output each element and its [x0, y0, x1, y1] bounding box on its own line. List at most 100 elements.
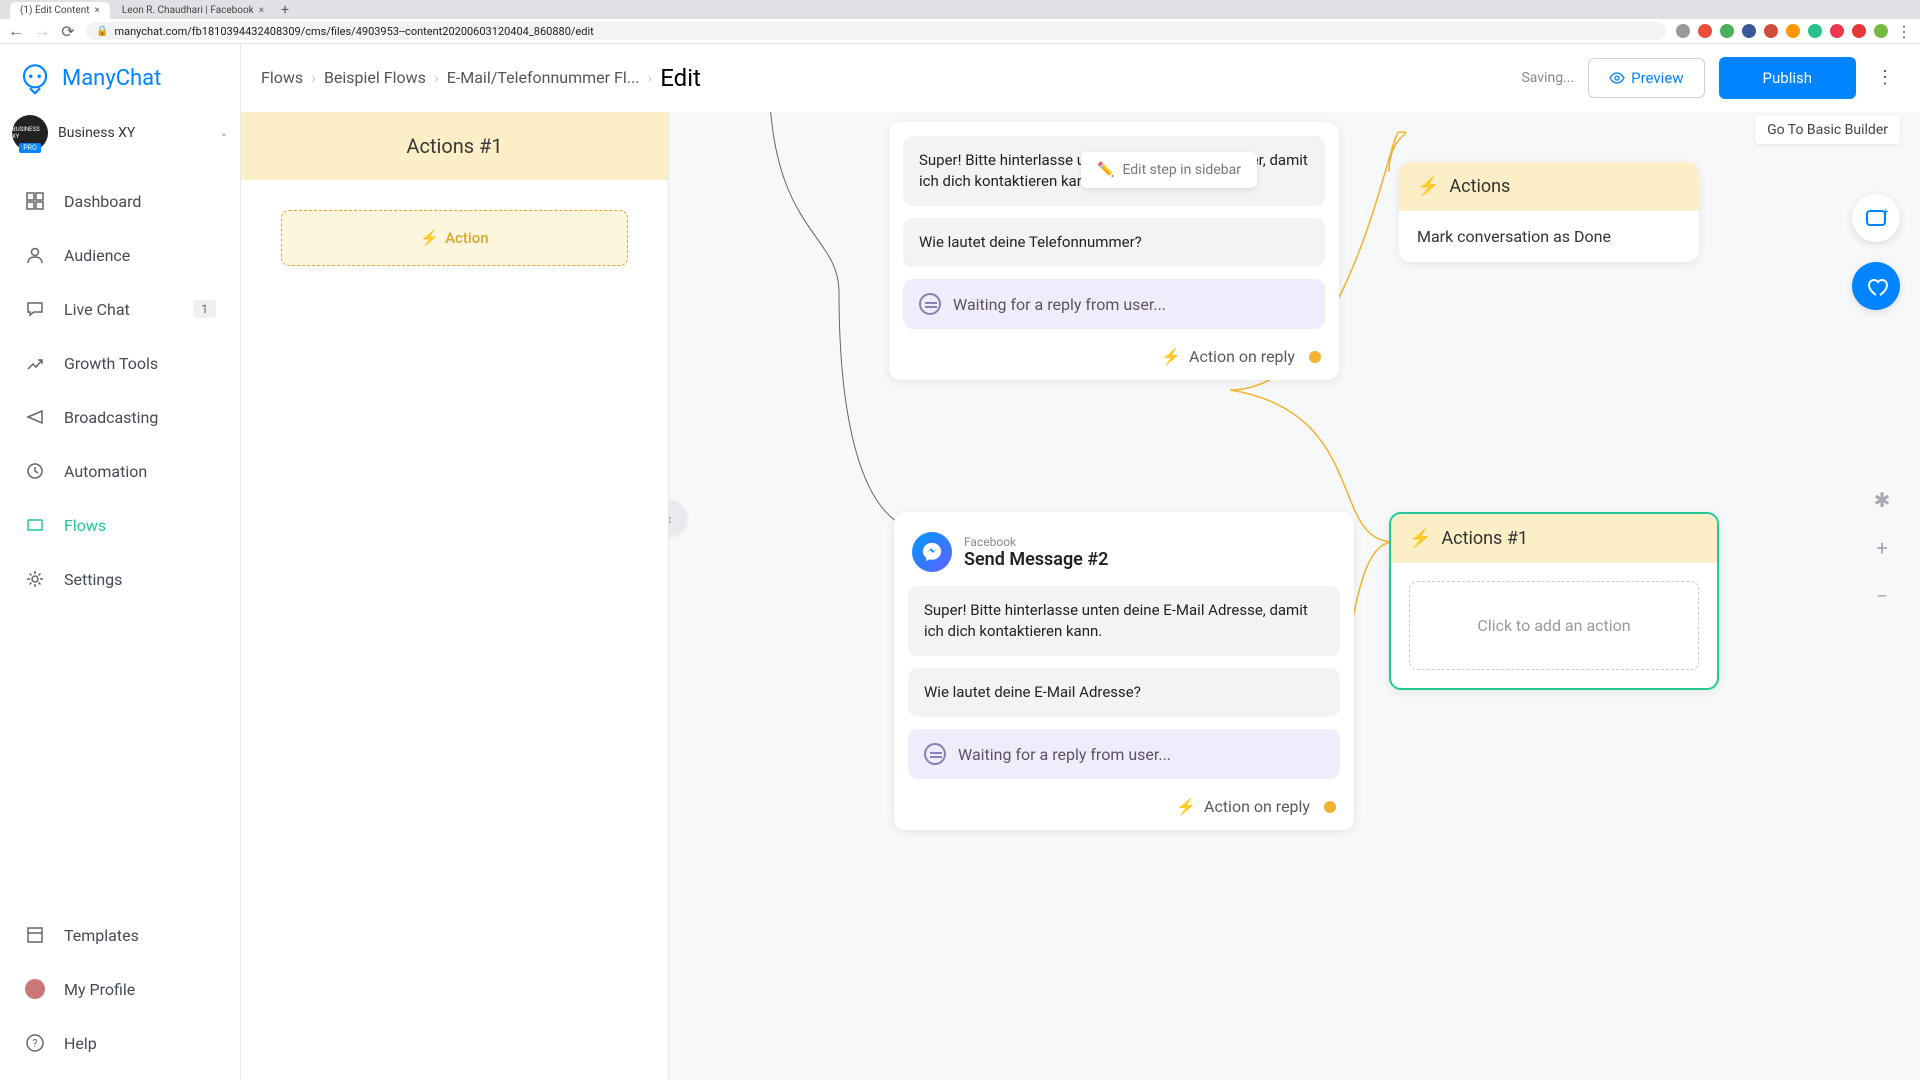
- actions-node-selected[interactable]: ⚡ Actions #1 Click to add an action: [1389, 512, 1719, 690]
- new-tab-button[interactable]: +: [276, 1, 294, 19]
- action-label: Mark conversation as Done: [1399, 211, 1699, 262]
- node-title: Actions: [1449, 176, 1510, 197]
- flow-canvas[interactable]: ‹ ✏️ Edit step in sidebar Super! Bitte h…: [669, 112, 1920, 1080]
- sidebar-item-automation[interactable]: Automation: [0, 444, 240, 498]
- menu-icon[interactable]: ⋮: [1896, 23, 1912, 39]
- zoom-in-button[interactable]: +: [1864, 530, 1900, 566]
- ext-icon[interactable]: [1698, 24, 1712, 38]
- sidebar-item-label: Growth Tools: [64, 354, 158, 373]
- close-icon[interactable]: ×: [95, 5, 100, 16]
- automation-icon: [24, 460, 46, 482]
- messenger-icon: [912, 532, 952, 572]
- sidebar-item-help[interactable]: ? Help: [0, 1016, 240, 1070]
- message-text: Super! Bitte hinterlasse unten deine E-M…: [908, 586, 1340, 656]
- bolt-icon: ⚡: [1161, 347, 1181, 366]
- crumb[interactable]: E-Mail/Telefonnummer Fl...: [447, 68, 640, 87]
- sidebar-item-flows[interactable]: Flows: [0, 498, 240, 552]
- sidebar-item-label: Templates: [64, 926, 139, 945]
- action-on-reply[interactable]: ⚡ Action on reply: [903, 339, 1325, 366]
- waiting-indicator: Waiting for a reply from user...: [908, 729, 1340, 779]
- ext-icon[interactable]: [1786, 24, 1800, 38]
- eye-icon: [1609, 70, 1625, 86]
- add-block-button[interactable]: +: [1852, 194, 1900, 242]
- sidebar-item-label: Audience: [64, 246, 130, 265]
- url-text: manychat.com/fb181039443240830­9/cms/fil…: [114, 25, 593, 38]
- add-action-button[interactable]: ⚡ Action: [281, 210, 628, 266]
- node-title: Send Message #2: [964, 549, 1108, 570]
- click-to-add-action[interactable]: Click to add an action: [1409, 581, 1699, 670]
- chevron-right-icon: ›: [311, 68, 316, 87]
- preview-button[interactable]: Preview: [1588, 58, 1704, 98]
- browser-tab[interactable]: Leon R. Chaudhari | Facebook ×: [112, 2, 274, 19]
- sidebar-item-profile[interactable]: My Profile: [0, 962, 240, 1016]
- gear-icon: [24, 568, 46, 590]
- more-button[interactable]: ⋮: [1870, 58, 1900, 98]
- close-icon[interactable]: ×: [259, 5, 264, 16]
- zoom-out-button[interactable]: −: [1864, 578, 1900, 614]
- tab-title: Leon R. Chaudhari | Facebook: [122, 5, 254, 16]
- back-button[interactable]: ←: [8, 23, 24, 39]
- chat-icon: [924, 743, 946, 765]
- address-bar[interactable]: 🔒 manychat.com/fb181039443240830­9/cms/f…: [86, 22, 1666, 40]
- svg-text:?: ?: [32, 1037, 37, 1050]
- growth-icon: [24, 352, 46, 374]
- pro-badge: PRO: [19, 143, 41, 153]
- collapse-panel-button[interactable]: ‹: [669, 500, 687, 536]
- sidebar-item-label: Flows: [64, 516, 106, 535]
- chat-icon: [919, 293, 941, 315]
- reload-button[interactable]: ⟳: [60, 23, 76, 39]
- connector-dot[interactable]: [1324, 801, 1336, 813]
- message-text: Wie lautet deine Telefonnummer?: [903, 218, 1325, 267]
- sidebar-item-broadcasting[interactable]: Broadcasting: [0, 390, 240, 444]
- assistant-button[interactable]: [1852, 262, 1900, 310]
- forward-button[interactable]: →: [34, 23, 50, 39]
- zoom-fit-button[interactable]: ✱: [1864, 482, 1900, 518]
- publish-button[interactable]: Publish: [1719, 57, 1856, 99]
- profile-icon: [24, 978, 46, 1000]
- crumb[interactable]: Beispiel Flows: [324, 68, 426, 87]
- svg-text:+: +: [1883, 207, 1888, 218]
- sidebar-item-audience[interactable]: Audience: [0, 228, 240, 282]
- ext-icon[interactable]: [1742, 24, 1756, 38]
- browser-tab-active[interactable]: (1) Edit Content ×: [10, 2, 110, 19]
- node-title: Actions #1: [1441, 528, 1528, 549]
- badge: 1: [193, 300, 216, 318]
- chevron-right-icon: ›: [647, 68, 652, 87]
- ext-icon[interactable]: [1764, 24, 1778, 38]
- message-text: Wie lautet deine E-Mail Adresse?: [908, 668, 1340, 717]
- ext-icon[interactable]: [1720, 24, 1734, 38]
- tab-title: (1) Edit Content: [20, 5, 90, 16]
- sidebar-item-templates[interactable]: Templates: [0, 908, 240, 962]
- ext-icon[interactable]: [1830, 24, 1844, 38]
- templates-icon: [24, 924, 46, 946]
- sidebar-item-label: Settings: [64, 570, 122, 589]
- sidebar-item-growthtools[interactable]: Growth Tools: [0, 336, 240, 390]
- node-channel: Facebook: [964, 535, 1108, 549]
- ext-icon[interactable]: [1808, 24, 1822, 38]
- flows-icon: [24, 514, 46, 536]
- sidebar-item-livechat[interactable]: Live Chat 1: [0, 282, 240, 336]
- chevron-down-icon: ⌄: [220, 128, 228, 139]
- extension-icons: ⋮: [1676, 23, 1912, 39]
- avatar[interactable]: [1874, 24, 1888, 38]
- edit-tooltip: ✏️ Edit step in sidebar: [1081, 152, 1257, 188]
- page-title: Edit: [660, 64, 701, 92]
- go-basic-builder[interactable]: Go To Basic Builder: [1755, 116, 1900, 144]
- sidebar-item-settings[interactable]: Settings: [0, 552, 240, 606]
- flow-node-send-message[interactable]: Facebook Send Message #2 Super! Bitte hi…: [894, 512, 1354, 830]
- ext-icon[interactable]: [1676, 24, 1690, 38]
- breadcrumb: Flows › Beispiel Flows › E-Mail/Telefonn…: [261, 64, 701, 92]
- sidebar-item-label: Broadcasting: [64, 408, 158, 427]
- crumb[interactable]: Flows: [261, 68, 303, 87]
- connector-dot[interactable]: [1309, 351, 1321, 363]
- logo[interactable]: ManyChat: [0, 44, 240, 112]
- actions-node[interactable]: ⚡ Actions Mark conversation as Done: [1399, 162, 1699, 262]
- waiting-indicator: Waiting for a reply from user...: [903, 279, 1325, 329]
- account-avatar: BUSINESS XY PRO: [12, 115, 48, 151]
- ext-icon[interactable]: [1852, 24, 1866, 38]
- sidebar-item-dashboard[interactable]: Dashboard: [0, 174, 240, 228]
- account-switcher[interactable]: BUSINESS XY PRO Business XY ⌄: [0, 112, 240, 154]
- editor-panel: Actions #1 ⚡ Action: [241, 112, 669, 1080]
- bolt-icon: ⚡: [1417, 176, 1439, 197]
- action-on-reply[interactable]: ⚡ Action on reply: [908, 789, 1340, 816]
